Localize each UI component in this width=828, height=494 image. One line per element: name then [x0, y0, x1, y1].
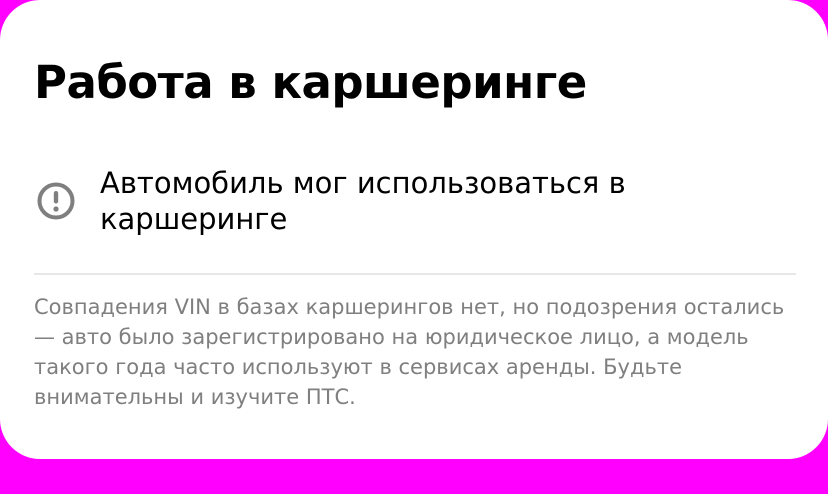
- exclamation-circle-icon: [36, 181, 76, 221]
- card-title: Работа в каршеринге: [34, 56, 587, 109]
- warning-text: Автомобиль мог использоваться в каршерин…: [100, 166, 626, 236]
- divider: [34, 273, 796, 275]
- carsharing-card: Работа в каршеринге Автомобиль мог испол…: [0, 0, 828, 459]
- description-text: Совпадения VIN в базах каршерингов нет, …: [34, 295, 785, 409]
